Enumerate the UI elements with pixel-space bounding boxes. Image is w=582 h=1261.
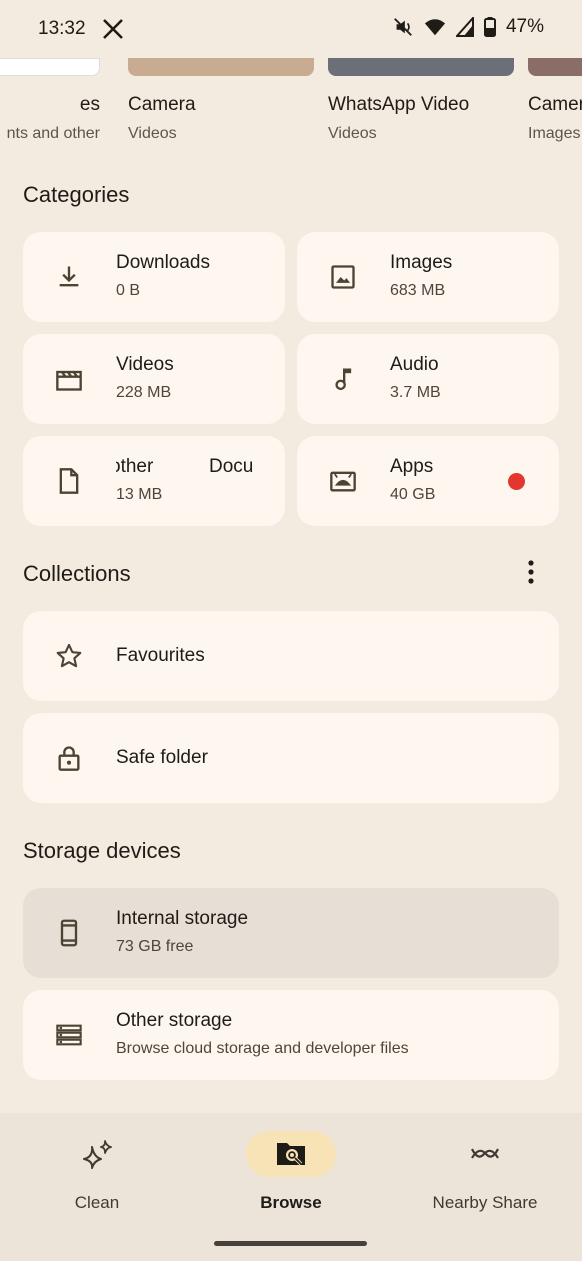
category-size: 3.7 MB <box>390 384 441 401</box>
category-label: Videos <box>116 354 174 375</box>
recent-item[interactable]: Camera Videos <box>128 58 314 143</box>
storage-label: Other storage <box>116 1010 233 1031</box>
recent-item-title: WhatsApp Video <box>328 94 470 115</box>
gesture-handle[interactable] <box>214 1241 367 1246</box>
recent-item-subtitle: Videos <box>328 125 377 142</box>
android-icon <box>330 471 356 492</box>
category-label: Images <box>390 252 453 273</box>
storage-description: Browse cloud storage and developer files <box>116 1040 409 1057</box>
movie-icon <box>56 370 82 391</box>
category-size: 683 MB <box>390 282 446 299</box>
nav-browse[interactable]: Browse <box>194 1131 388 1213</box>
recent-thumbnail <box>328 58 514 76</box>
recent-item-title: Camer <box>528 94 582 115</box>
storage-free: 73 GB free <box>116 938 194 955</box>
recent-item-title: es <box>79 94 100 115</box>
wifi-icon <box>424 19 446 36</box>
recent-item[interactable]: es nts and other <box>0 58 100 143</box>
download-icon <box>59 266 79 287</box>
storage-list-icon <box>56 1024 82 1046</box>
more-options-icon[interactable] <box>518 558 544 588</box>
active-indicator <box>246 1131 336 1177</box>
category-label-next: Docu <box>209 456 254 477</box>
storage-devices-heading: Storage devices <box>23 838 181 863</box>
category-label: other <box>116 456 154 477</box>
status-bar: 13:32 47% <box>0 0 582 58</box>
recent-item-subtitle: nts and other <box>6 125 100 142</box>
notification-dot <box>508 473 525 490</box>
battery-icon <box>483 17 496 37</box>
document-icon <box>59 468 79 494</box>
star-icon <box>56 643 82 668</box>
sparkle-icon <box>83 1140 112 1169</box>
recent-thumbnail <box>128 58 314 76</box>
category-size: 13 MB <box>116 486 163 503</box>
category-label: Apps <box>390 456 434 477</box>
storage-internal[interactable]: Internal storage 73 GB free <box>23 888 559 978</box>
battery-percent: 47% <box>505 16 544 37</box>
x-app-icon <box>103 19 123 39</box>
storage-label: Internal storage <box>116 908 249 929</box>
category-size: 40 GB <box>390 486 436 503</box>
category-images[interactable]: Images 683 MB <box>297 232 559 322</box>
nav-label: Nearby Share <box>432 1193 538 1212</box>
category-other-documents[interactable]: other Docu 13 MB <box>23 436 285 526</box>
nav-label: Clean <box>74 1193 120 1212</box>
folder-search-icon <box>277 1143 305 1166</box>
nav-nearby-share[interactable]: Nearby Share <box>388 1131 582 1213</box>
category-downloads[interactable]: Downloads 0 B <box>23 232 285 322</box>
recent-item[interactable]: Camer Images <box>528 58 582 143</box>
recent-thumbnail <box>0 58 100 76</box>
recent-item-title: Camera <box>128 94 196 115</box>
recent-item-subtitle: Videos <box>128 125 177 142</box>
category-apps[interactable]: Apps 40 GB <box>297 436 559 526</box>
recent-item-subtitle: Images <box>528 125 581 142</box>
nav-label: Browse <box>260 1193 322 1212</box>
category-label-marquee: other Docu <box>116 456 285 484</box>
collection-label: Safe folder <box>116 747 208 768</box>
storage-other[interactable]: Other storage Browse cloud storage and d… <box>23 990 559 1080</box>
category-audio[interactable]: Audio 3.7 MB <box>297 334 559 424</box>
category-size: 228 MB <box>116 384 172 401</box>
status-time: 13:32 <box>38 18 86 39</box>
music-note-icon <box>335 368 352 391</box>
nav-clean[interactable]: Clean <box>0 1131 194 1213</box>
category-label: Downloads <box>116 252 210 273</box>
category-videos[interactable]: Videos 228 MB <box>23 334 285 424</box>
lock-icon <box>58 746 80 771</box>
recent-files-strip[interactable]: es nts and other Camera Videos WhatsApp … <box>0 58 582 158</box>
phone-icon <box>60 919 78 947</box>
category-label: Audio <box>390 354 439 375</box>
categories-heading: Categories <box>23 182 130 207</box>
mute-icon <box>394 18 412 36</box>
recent-thumbnail <box>528 58 582 76</box>
collection-favourites[interactable]: Favourites <box>23 611 559 701</box>
nearby-share-icon <box>471 1148 499 1159</box>
signal-icon <box>455 17 474 37</box>
bottom-navigation: Clean Browse Nearby Share <box>0 1113 582 1261</box>
collection-label: Favourites <box>116 645 205 666</box>
collection-safe-folder[interactable]: Safe folder <box>23 713 559 803</box>
collections-heading: Collections <box>23 561 131 586</box>
image-icon <box>331 265 355 289</box>
category-size: 0 B <box>116 282 141 299</box>
recent-item[interactable]: WhatsApp Video Videos <box>328 58 514 143</box>
